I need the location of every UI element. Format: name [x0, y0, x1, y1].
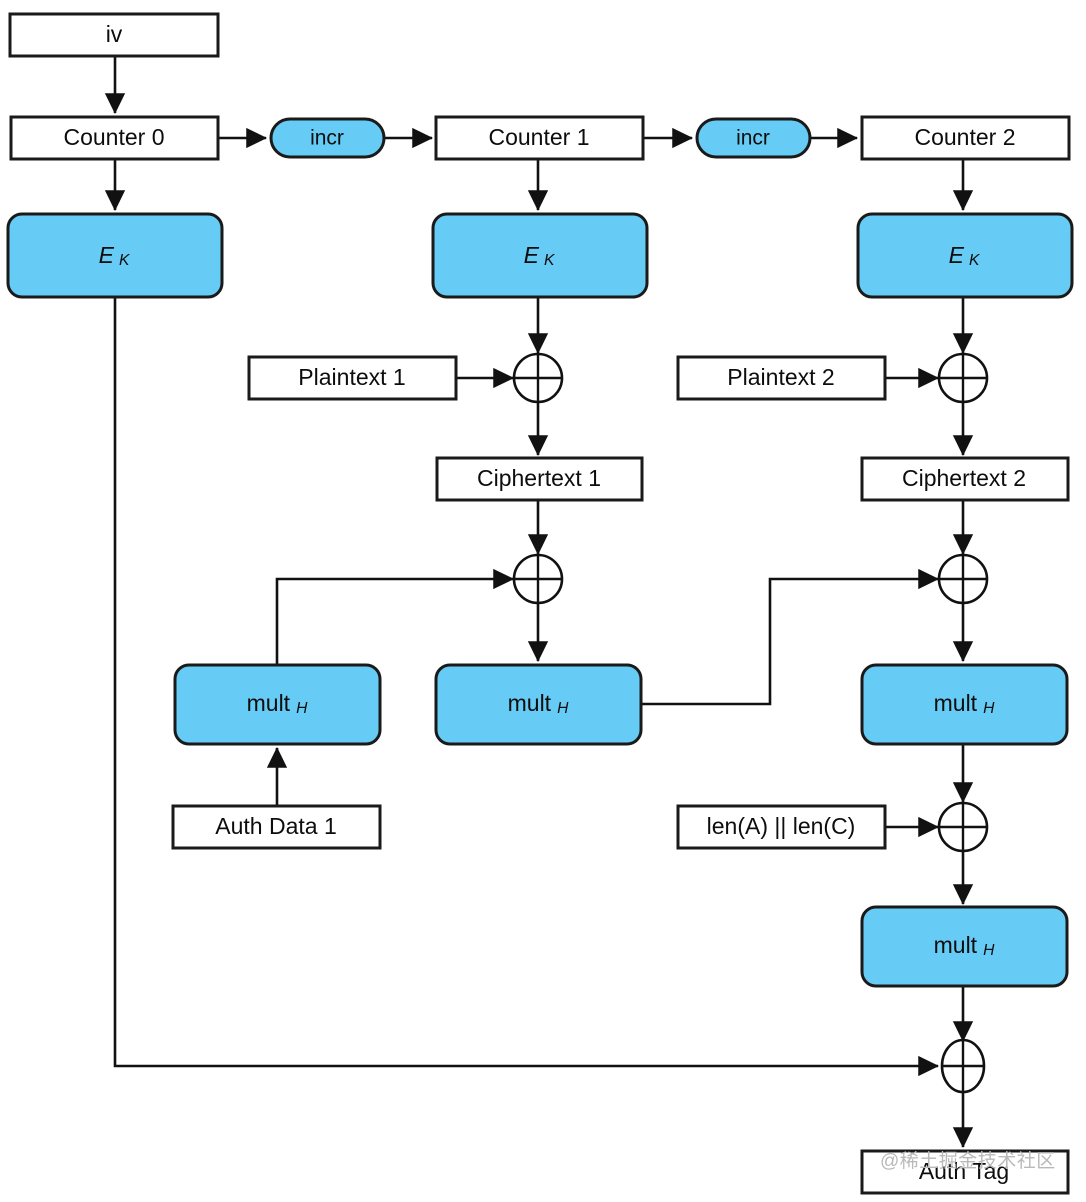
node-auth-tag[interactable]: Auth Tag [860, 1149, 1070, 1195]
node-mult-h-authdata[interactable]: mult H [173, 663, 382, 746]
multA-sub: H [296, 700, 308, 717]
xor-final-tag[interactable] [940, 1038, 986, 1094]
multD-main: mult [934, 932, 978, 958]
ciphertext2-label: Ciphertext 2 [902, 465, 1026, 491]
ek2-main: E [949, 242, 965, 268]
lenalenc-label: len(A) || len(C) [707, 813, 856, 839]
node-ciphertext-2[interactable]: Ciphertext 2 [860, 456, 1070, 502]
node-auth-data-1[interactable]: Auth Data 1 [171, 804, 382, 850]
node-encrypt-ek-0[interactable]: EK [6, 212, 224, 299]
xor-plaintext-1[interactable] [512, 352, 564, 404]
authdata1-label: Auth Data 1 [215, 813, 336, 839]
node-iv[interactable]: iv [8, 12, 220, 58]
node-counter-2[interactable]: Counter 2 [860, 115, 1071, 161]
node-ciphertext-1[interactable]: Ciphertext 1 [435, 456, 644, 502]
ek1-sub: K [544, 252, 555, 269]
gcm-diagram: iv Counter 0 incr Counter 1 incr Counter… [0, 0, 1086, 1202]
node-incr-1[interactable]: incr [269, 117, 386, 159]
node-mult-h-block1[interactable]: mult H [434, 663, 643, 746]
node-mult-h-final[interactable]: mult H [860, 905, 1069, 988]
node-encrypt-ek-1[interactable]: EK [431, 212, 649, 299]
xor-ghash-1[interactable] [512, 553, 564, 605]
xor-ghash-2[interactable] [937, 553, 989, 605]
incr2-label: incr [736, 127, 770, 150]
authtag-label: Auth Tag [919, 1158, 1009, 1184]
ek0-main: E [99, 242, 115, 268]
node-counter-0[interactable]: Counter 0 [9, 115, 220, 161]
ek1-box [431, 212, 649, 299]
multC-sub: H [983, 700, 995, 717]
gcm-diagram-canvas: iv Counter 0 incr Counter 1 incr Counter… [6, 12, 1074, 1195]
ek2-sub: K [969, 252, 980, 269]
node-plaintext-2[interactable]: Plaintext 2 [676, 355, 887, 401]
multB-main: mult [508, 690, 552, 716]
iv-label: iv [106, 21, 123, 47]
node-plaintext-1[interactable]: Plaintext 1 [247, 355, 458, 401]
node-len-a-len-c[interactable]: len(A) || len(C) [676, 804, 887, 850]
ciphertext1-label: Ciphertext 1 [477, 465, 601, 491]
multA-main: mult [247, 690, 291, 716]
multB-sub: H [557, 700, 569, 717]
xor-plaintext-2[interactable] [937, 352, 989, 404]
ek0-box [6, 212, 224, 299]
ek2-box [856, 212, 1074, 299]
multC-main: mult [934, 690, 978, 716]
node-counter-1[interactable]: Counter 1 [434, 115, 645, 161]
counter0-label: Counter 0 [63, 124, 164, 150]
edge-multleft-to-xor-c1 [275, 568, 515, 665]
ek0-sub: K [119, 252, 130, 269]
plaintext1-label: Plaintext 1 [298, 364, 405, 390]
counter1-label: Counter 1 [488, 124, 589, 150]
xor-length-block[interactable] [937, 801, 989, 853]
node-encrypt-ek-2[interactable]: EK [856, 212, 1074, 299]
ek1-main: E [524, 242, 540, 268]
plaintext2-label: Plaintext 2 [727, 364, 834, 390]
counter2-label: Counter 2 [914, 124, 1015, 150]
incr1-label: incr [310, 127, 344, 150]
multD-sub: H [983, 942, 995, 959]
node-incr-2[interactable]: incr [695, 117, 812, 159]
node-mult-h-block2[interactable]: mult H [860, 663, 1069, 746]
